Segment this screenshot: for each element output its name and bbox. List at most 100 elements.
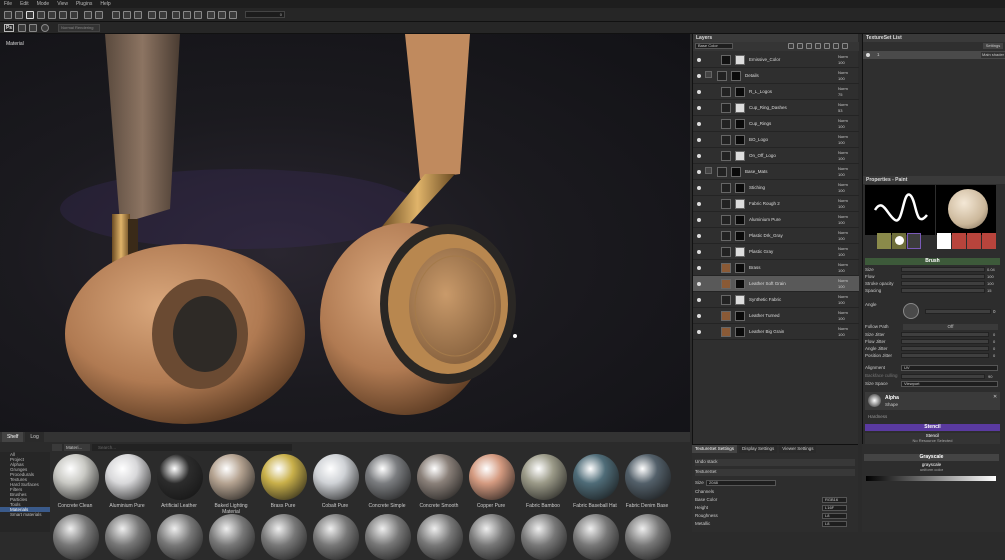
brush-section-header[interactable]: Brush xyxy=(865,258,1000,265)
layer-row[interactable]: Brass Norm 100 xyxy=(693,260,859,276)
material-ball[interactable] xyxy=(365,514,411,560)
visibility-eye-icon[interactable] xyxy=(697,266,701,270)
material-ball[interactable] xyxy=(105,454,151,500)
layer-row[interactable]: R_L_Logos Norm 75 xyxy=(693,84,859,100)
textureset-row[interactable]: 1 Main shader xyxy=(863,51,1005,59)
duplicate-icon[interactable] xyxy=(833,43,839,49)
layer-row[interactable]: BO_Logo Norm 100 xyxy=(693,132,859,148)
layer-row[interactable]: Leather Soft Grain Norm 100 xyxy=(693,276,859,292)
menu-edit[interactable]: Edit xyxy=(20,1,29,7)
menu-plugins[interactable]: Plugins xyxy=(76,1,92,7)
material-ball[interactable] xyxy=(53,454,99,500)
view-split-icon[interactable] xyxy=(229,11,237,19)
opacity-value[interactable]: 100 xyxy=(838,332,848,338)
layer-row[interactable]: On_Off_Logo Norm 100 xyxy=(693,148,859,164)
alignment-dropdown[interactable]: UV xyxy=(901,365,998,371)
opacity-value[interactable]: 100 xyxy=(838,60,848,66)
param-slider[interactable] xyxy=(901,267,985,272)
mirror-icon[interactable] xyxy=(95,11,103,19)
layer-row[interactable]: Emissive_Color Norm 100 xyxy=(693,52,859,68)
tab-textureset-settings[interactable]: TextureSet Settings xyxy=(692,445,738,453)
layout-icon[interactable] xyxy=(18,24,26,32)
lazy-mouse-icon[interactable] xyxy=(112,11,120,19)
opacity-value[interactable]: 100 xyxy=(838,268,848,274)
channel-dropdown[interactable]: Base Color xyxy=(695,43,733,49)
grayscale-slot[interactable]: grayscale uniform color xyxy=(864,462,999,474)
shelf-category[interactable]: Smart materials xyxy=(0,512,50,517)
stencil-slot[interactable]: Stencil No Resource Selected xyxy=(865,433,1000,444)
undo-stack[interactable]: Undo stack xyxy=(695,459,855,466)
opacity-value[interactable]: 75 xyxy=(838,92,848,98)
visibility-eye-icon[interactable] xyxy=(697,298,701,302)
opacity-value[interactable]: 100 xyxy=(838,188,848,194)
add-effect-icon[interactable] xyxy=(788,43,794,49)
layer-row[interactable]: Leather Turned Norm 100 xyxy=(693,308,859,324)
opacity-value[interactable]: 100 xyxy=(838,236,848,242)
channel-format-dropdown[interactable]: RGB16 xyxy=(822,497,847,503)
visibility-eye-icon[interactable] xyxy=(697,250,701,254)
visibility-eye-icon[interactable] xyxy=(697,90,701,94)
channel-format-dropdown[interactable]: L8 xyxy=(822,521,847,527)
link-icon[interactable] xyxy=(123,11,131,19)
angle-dial[interactable] xyxy=(903,303,919,319)
layer-row[interactable]: Leather Big Grain Norm 100 xyxy=(693,324,859,340)
projection-icon[interactable] xyxy=(26,11,34,19)
opacity-value[interactable]: 100 xyxy=(838,172,848,178)
channel-format-dropdown[interactable]: L8 xyxy=(822,513,847,519)
visibility-eye-icon[interactable] xyxy=(697,138,701,142)
menu-file[interactable]: File xyxy=(4,1,12,7)
layer-row[interactable]: Cup_Ring_Dashes Norm 53 xyxy=(693,100,859,116)
material-ball[interactable] xyxy=(313,454,359,500)
backface-slider[interactable] xyxy=(901,374,985,379)
visibility-eye-icon[interactable] xyxy=(697,314,701,318)
tab-viewer-settings[interactable]: Viewer Settings xyxy=(779,445,817,453)
visibility-eye-icon[interactable] xyxy=(697,106,701,110)
param-slider[interactable] xyxy=(901,274,985,279)
height-thumb[interactable] xyxy=(952,233,966,249)
layer-row[interactable]: Stiching Norm 100 xyxy=(693,180,859,196)
grayscale-slider[interactable] xyxy=(866,476,996,481)
opacity-value[interactable]: 53 xyxy=(838,108,848,114)
stencil-section-header[interactable]: Stencil xyxy=(865,424,1000,431)
visibility-eye-icon[interactable] xyxy=(697,58,701,62)
visibility-eye-icon[interactable] xyxy=(697,122,701,126)
opacity-value[interactable]: 100 xyxy=(838,140,848,146)
jitter-slider[interactable] xyxy=(901,332,989,337)
rough-thumb[interactable] xyxy=(967,233,981,249)
material-ball[interactable] xyxy=(261,454,307,500)
brush-thumb[interactable] xyxy=(877,233,891,249)
delete-icon[interactable] xyxy=(842,43,848,49)
material-ball[interactable] xyxy=(105,514,151,560)
add-mask-icon[interactable] xyxy=(797,43,803,49)
opacity-value[interactable]: 100 xyxy=(838,204,848,210)
layer-row[interactable]: Details Norm 100 xyxy=(693,68,859,84)
jitter-slider[interactable] xyxy=(901,353,989,358)
opacity-value[interactable]: 100 xyxy=(838,316,848,322)
visibility-eye-icon[interactable] xyxy=(697,202,701,206)
textureset-settings-button[interactable]: Settings xyxy=(983,43,1003,49)
frame-icon[interactable] xyxy=(172,11,180,19)
filter-icon[interactable] xyxy=(52,444,62,451)
jitter-slider[interactable] xyxy=(901,346,989,351)
material-ball[interactable] xyxy=(417,454,463,500)
angle-slider[interactable] xyxy=(925,309,991,314)
visibility-eye-icon[interactable] xyxy=(697,186,701,190)
material-ball[interactable] xyxy=(53,514,99,560)
param-slider[interactable] xyxy=(901,288,985,293)
material-ball[interactable] xyxy=(157,514,203,560)
material-ball[interactable] xyxy=(261,514,307,560)
stroke-icon[interactable] xyxy=(134,11,142,19)
view-3d-icon[interactable] xyxy=(218,11,226,19)
polygon-fill-icon[interactable] xyxy=(37,11,45,19)
3d-viewport[interactable]: Material xyxy=(0,34,690,432)
view-2d-icon[interactable] xyxy=(207,11,215,19)
render-icon[interactable] xyxy=(183,11,191,19)
size-space-dropdown[interactable]: Viewport xyxy=(901,381,998,387)
material-ball[interactable] xyxy=(469,454,515,500)
search-input[interactable]: Search... xyxy=(92,444,292,451)
add-folder-icon[interactable] xyxy=(824,43,830,49)
visibility-eye-icon[interactable] xyxy=(866,53,870,57)
layer-row[interactable]: Aluminium Pure Norm 100 xyxy=(693,212,859,228)
material-ball[interactable] xyxy=(209,454,255,500)
clone-icon[interactable] xyxy=(59,11,67,19)
